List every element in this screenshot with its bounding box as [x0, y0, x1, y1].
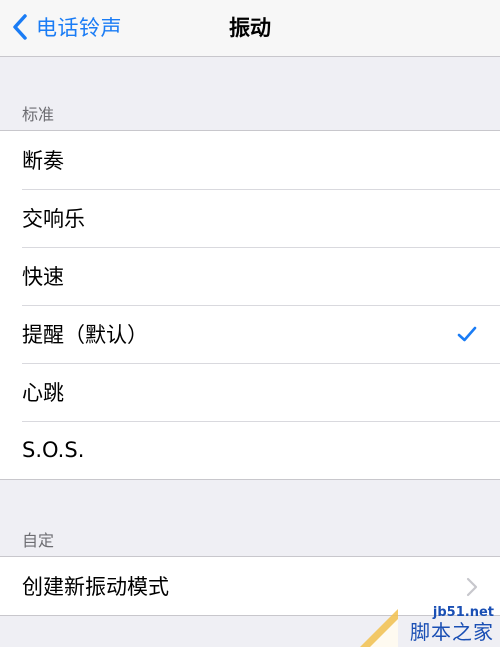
- watermark: jb51.net 脚本之家: [360, 603, 500, 647]
- vibration-option-staccato[interactable]: 断奏: [0, 131, 500, 189]
- vibration-option-heartbeat[interactable]: 心跳: [0, 363, 500, 421]
- vibration-option-label: 快速: [22, 265, 64, 289]
- checkmark-icon: [457, 326, 477, 342]
- section-header-standard: 标准: [22, 105, 55, 124]
- vibration-option-label: 心跳: [22, 381, 64, 405]
- page-title: 振动: [229, 16, 271, 40]
- navigation-bar: 电话铃声 振动: [0, 0, 500, 57]
- watermark-name: 脚本之家: [410, 620, 494, 644]
- vibration-option-label: S.O.S.: [22, 438, 85, 462]
- vibration-option-alert-default[interactable]: 提醒（默认）: [0, 305, 500, 363]
- create-new-vibration-label: 创建新振动模式: [22, 575, 169, 599]
- standard-vibrations-list: 断奏 交响乐 快速 提醒（默认） 心跳 S.O.S.: [0, 130, 500, 480]
- vibration-option-symphony[interactable]: 交响乐: [0, 189, 500, 247]
- vibration-option-rapid[interactable]: 快速: [0, 247, 500, 305]
- vibration-option-sos[interactable]: S.O.S.: [0, 421, 500, 479]
- chevron-right-icon: [466, 577, 478, 597]
- section-header-custom: 自定: [22, 531, 55, 550]
- vibration-option-label: 断奏: [22, 149, 64, 173]
- vibration-option-label: 提醒（默认）: [22, 323, 148, 347]
- vibration-option-label: 交响乐: [22, 207, 85, 231]
